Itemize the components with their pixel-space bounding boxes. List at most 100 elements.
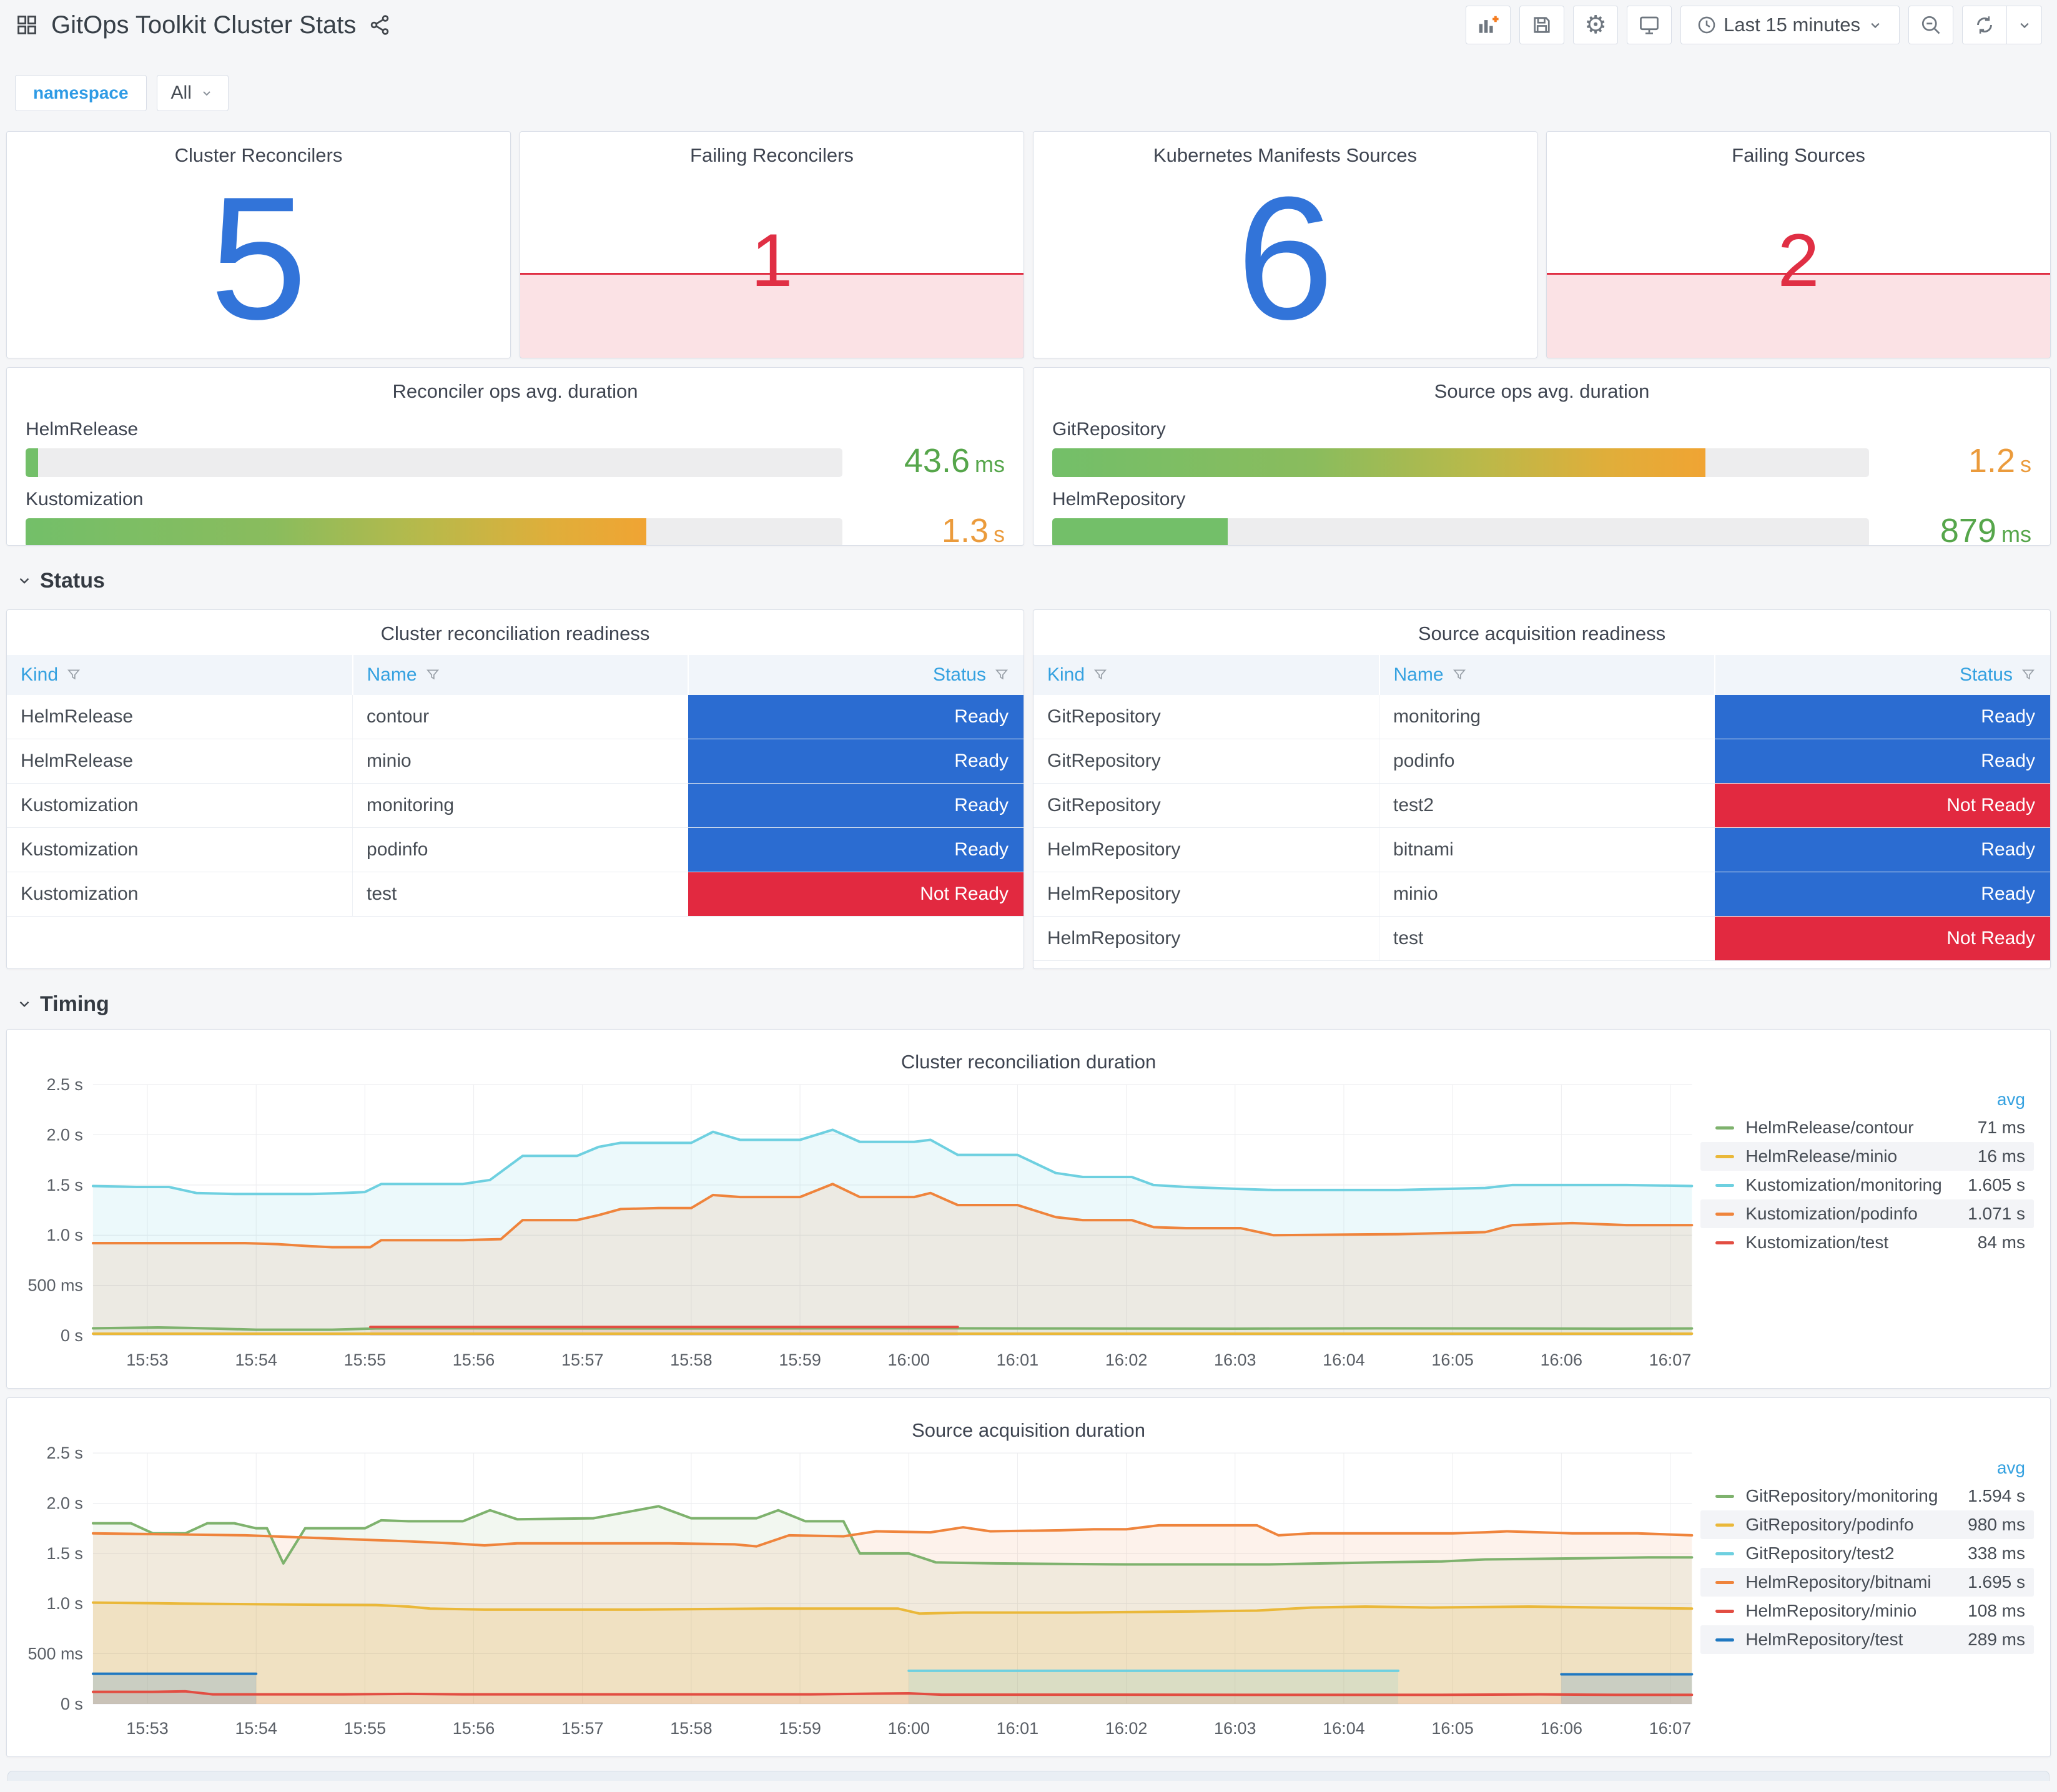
filter-icon[interactable] (425, 667, 441, 683)
series-name[interactable]: HelmRepository/minio (1745, 1601, 1968, 1621)
series-color-dash (1715, 1494, 1735, 1498)
svg-text:16:00: 16:00 (888, 1351, 930, 1369)
series-color-dash (1715, 1609, 1735, 1613)
series-name[interactable]: Kustomization/test (1745, 1233, 1977, 1253)
timing-charts: Cluster reconciliation duration 0 s 500 m… (6, 1029, 2051, 1757)
filter-icon[interactable] (66, 667, 82, 683)
table-row: Kustomization podinfo Ready (7, 827, 1024, 872)
series-name[interactable]: GitRepository/test2 (1745, 1543, 1968, 1563)
gauge-unit: s (994, 521, 1005, 546)
series-color-dash (1715, 1552, 1735, 1555)
legend-item[interactable]: Kustomization/test 84 ms (1700, 1228, 2034, 1257)
zoom-out-button[interactable] (1908, 6, 1953, 44)
dashboard-settings-button[interactable]: ⚙ (1573, 6, 1619, 44)
namespace-variable-select[interactable]: All (156, 75, 229, 111)
legend-item[interactable]: HelmRepository/test 289 ms (1700, 1625, 2034, 1654)
column-header-status[interactable]: Status (687, 655, 1024, 695)
legend-item[interactable]: GitRepository/monitoring 1.594 s (1700, 1482, 2034, 1510)
stat-panel-title[interactable]: Failing Reconcilers (520, 132, 1024, 167)
series-name[interactable]: HelmRepository/bitnami (1745, 1572, 1968, 1592)
legend-item[interactable]: GitRepository/podinfo 980 ms (1700, 1510, 2034, 1539)
gauge-row: 1.3 s (26, 514, 1005, 546)
chevron-down-icon (16, 573, 32, 589)
gauge-unit: s (2020, 451, 2031, 477)
cell-name: podinfo (1379, 739, 1715, 784)
legend-item[interactable]: Kustomization/podinfo 1.071 s (1700, 1199, 2034, 1228)
chart-panel-title[interactable]: Cluster reconciliation duration (19, 1038, 2038, 1073)
filter-icon[interactable] (2020, 667, 2036, 683)
column-header-kind[interactable]: Kind (1033, 655, 1379, 695)
svg-text:16:02: 16:02 (1105, 1719, 1148, 1738)
series-name[interactable]: HelmRelease/contour (1745, 1118, 1977, 1138)
filter-icon[interactable] (1092, 667, 1108, 683)
gauge-row-label: Kustomization (26, 489, 144, 510)
gauge-panel-title[interactable]: Source ops avg. duration (1033, 368, 2050, 403)
column-header-name[interactable]: Name (1378, 655, 1715, 695)
series-color-dash (1715, 1154, 1735, 1158)
stat-panel-title[interactable]: Failing Sources (1547, 132, 2050, 167)
column-header-kind[interactable]: Kind (7, 655, 353, 695)
chart-panel-title[interactable]: Source acquisition duration (19, 1407, 2038, 1442)
time-series-plot[interactable]: 0 s 500 ms 1.0 s 1.5 s 2.0 s 2.5 s 15:53 15:54 1… (19, 1442, 1700, 1754)
series-avg-value: 84 ms (1977, 1233, 2025, 1252)
legend-item[interactable]: HelmRelease/minio 16 ms (1700, 1142, 2034, 1171)
gauge-unit: ms (2001, 521, 2031, 546)
monitor-icon (1638, 14, 1660, 36)
table-panel-title[interactable]: Source acquisition readiness (1033, 610, 2050, 645)
series-avg-value: 108 ms (1968, 1601, 2025, 1620)
table-panel-title[interactable]: Cluster reconciliation readiness (7, 610, 1024, 645)
legend-item[interactable]: GitRepository/test2 338 ms (1700, 1539, 2034, 1568)
apps-grid-icon[interactable] (15, 13, 39, 37)
section-status[interactable]: Status (16, 564, 2051, 597)
legend-avg-header: avg (1996, 1090, 2025, 1109)
refresh-interval-dropdown[interactable] (2007, 6, 2042, 44)
legend-item[interactable]: HelmRelease/contour 71 ms (1700, 1113, 2034, 1142)
series-color-dash (1715, 1241, 1735, 1244)
series-name[interactable]: Kustomization/podinfo (1745, 1204, 1968, 1224)
cell-name: podinfo (352, 827, 688, 872)
gauge-row: 1.2 s (1052, 444, 2031, 479)
chart-panel-0: Cluster reconciliation duration 0 s 500 m… (6, 1029, 2051, 1389)
column-header-name[interactable]: Name (352, 655, 688, 695)
series-avg-value: 16 ms (1977, 1146, 2025, 1166)
gauge-value: 43.6 ms (904, 442, 1005, 480)
svg-text:15:53: 15:53 (126, 1351, 169, 1369)
series-color-dash (1715, 1212, 1735, 1216)
svg-text:16:06: 16:06 (1541, 1719, 1583, 1738)
legend-item[interactable]: HelmRepository/bitnami 1.695 s (1700, 1568, 2034, 1597)
stat-value: 2 (1777, 219, 1820, 303)
time-range-picker[interactable]: Last 15 minutes (1680, 6, 1900, 44)
series-color-dash (1715, 1126, 1735, 1130)
svg-text:1.0 s: 1.0 s (46, 1226, 82, 1244)
series-avg-value: 1.594 s (1968, 1486, 2025, 1505)
cell-name: monitoring (1379, 695, 1715, 739)
series-name[interactable]: HelmRelease/minio (1745, 1146, 1977, 1166)
series-name[interactable]: GitRepository/podinfo (1745, 1515, 1968, 1535)
tv-mode-button[interactable] (1627, 6, 1672, 44)
share-icon[interactable] (368, 14, 391, 36)
section-timing[interactable]: Timing (16, 988, 2051, 1020)
gauge-panel-title[interactable]: Reconciler ops avg. duration (7, 368, 1024, 403)
column-header-status[interactable]: Status (1714, 655, 2050, 695)
time-series-plot[interactable]: 0 s 500 ms 1.0 s 1.5 s 2.0 s 2.5 s 15:53 15:54 1… (19, 1073, 1700, 1386)
namespace-variable-label[interactable]: namespace (15, 75, 147, 111)
svg-text:15:54: 15:54 (235, 1719, 277, 1738)
series-name[interactable]: Kustomization/monitoring (1745, 1175, 1968, 1195)
table-panel-0: Cluster reconciliation readiness Kind Na… (6, 609, 1024, 969)
status-badge: Ready (688, 828, 1024, 872)
legend-item[interactable]: HelmRepository/minio 108 ms (1700, 1597, 2034, 1625)
filter-icon[interactable] (994, 667, 1010, 683)
cell-kind: Kustomization (7, 783, 353, 828)
series-avg-value: 980 ms (1968, 1515, 2025, 1534)
refresh-button[interactable] (1962, 6, 2007, 44)
add-panel-button[interactable] (1466, 6, 1511, 44)
cell-name: minio (1379, 872, 1715, 917)
svg-text:15:56: 15:56 (453, 1351, 495, 1369)
gauge-track (1052, 448, 1869, 477)
svg-text:15:58: 15:58 (670, 1351, 712, 1369)
save-dashboard-button[interactable] (1519, 6, 1565, 44)
legend-item[interactable]: Kustomization/monitoring 1.605 s (1700, 1171, 2034, 1199)
series-name[interactable]: GitRepository/monitoring (1745, 1486, 1968, 1506)
series-name[interactable]: HelmRepository/test (1745, 1630, 1968, 1650)
filter-icon[interactable] (1451, 667, 1468, 683)
